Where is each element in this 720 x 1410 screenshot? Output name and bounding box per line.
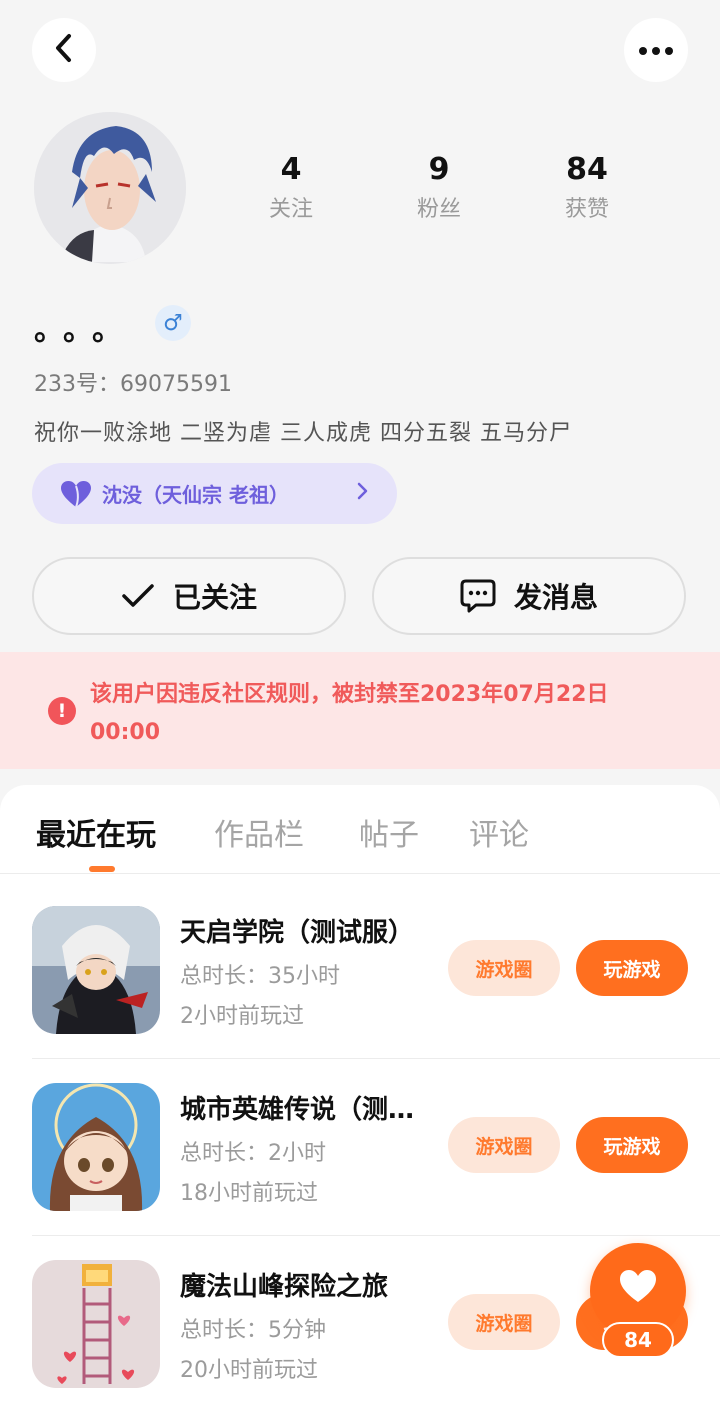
active-tab-indicator xyxy=(89,866,115,872)
play-game-button[interactable]: 玩游戏 xyxy=(576,1117,688,1173)
game-icon xyxy=(32,906,160,1034)
game-duration: 总时长：2小时 xyxy=(180,1141,326,1166)
game-duration: 总时长：35小时 xyxy=(180,964,340,989)
send-message-button[interactable]: 发消息 xyxy=(372,557,686,635)
likes-label: 获赞 xyxy=(564,197,609,222)
check-icon xyxy=(121,583,155,609)
alert-icon: ! xyxy=(48,697,76,725)
play-game-button[interactable]: 玩游戏 xyxy=(576,940,688,996)
tab-divider xyxy=(0,873,720,874)
game-title: 城市英雄传说（测试服） xyxy=(180,1095,440,1125)
game-icon xyxy=(32,1083,160,1211)
following-stat[interactable]: 4 关注 xyxy=(236,152,346,224)
game-circle-button[interactable]: 游戏圈 xyxy=(448,940,560,996)
game-circle-button[interactable]: 游戏圈 xyxy=(448,1294,560,1350)
heart-icon xyxy=(618,1268,658,1304)
tab-comments[interactable]: 评论 xyxy=(469,810,529,854)
back-arrow-icon xyxy=(53,33,75,67)
followers-count: 9 xyxy=(428,152,450,187)
followed-label: 已关注 xyxy=(172,581,257,614)
male-gender-icon: ♂ xyxy=(155,305,191,341)
likes-count: 84 xyxy=(566,152,608,187)
game-icon xyxy=(32,1260,160,1388)
game-last-played: 2小时前玩过 xyxy=(180,1004,304,1029)
heart-icon xyxy=(60,480,92,508)
game-title: 魔法山峰探险之旅 xyxy=(180,1272,389,1302)
game-last-played: 18小时前玩过 xyxy=(180,1181,318,1206)
profile-name: 。。。 xyxy=(34,313,136,348)
followers-label: 粉丝 xyxy=(416,197,461,222)
game-duration: 总时长：5分钟 xyxy=(180,1318,326,1343)
tab-recently-played[interactable]: 最近在玩 xyxy=(36,810,156,854)
user-id-label: 233号： xyxy=(34,372,120,397)
game-last-played: 20小时前玩过 xyxy=(180,1358,318,1383)
chevron-right-icon xyxy=(357,481,369,506)
followers-stat[interactable]: 9 粉丝 xyxy=(384,152,494,224)
tab-works[interactable]: 作品栏 xyxy=(214,810,304,854)
tab-posts[interactable]: 帖子 xyxy=(359,810,419,854)
ban-notice-text: 该用户因违反社区规则，被封禁至2023年07月22日 00:00 xyxy=(90,682,609,745)
game-title: 天启学院（测试服） xyxy=(180,918,415,948)
user-id-value: 69075591 xyxy=(120,372,232,397)
avatar[interactable] xyxy=(34,112,186,264)
likes-stat[interactable]: 84 获赞 xyxy=(532,152,642,224)
following-label: 关注 xyxy=(268,197,313,222)
more-button[interactable] xyxy=(624,18,688,82)
chat-bubble-icon xyxy=(460,579,496,613)
sect-pill[interactable]: 沈没（天仙宗 老祖） xyxy=(32,463,397,524)
send-message-label: 发消息 xyxy=(513,581,598,614)
profile-bio: 祝你一败涂地 二竖为虐 三人成虎 四分五裂 五马分尸 xyxy=(34,421,572,446)
back-button[interactable] xyxy=(32,18,96,82)
game-circle-button[interactable]: 游戏圈 xyxy=(448,1117,560,1173)
user-id: 233号：69075591 xyxy=(34,366,232,398)
sect-label: 沈没（天仙宗 老祖） xyxy=(102,483,289,507)
game-list-item[interactable]: 城市英雄传说（测试服） 总时长：2小时 18小时前玩过 游戏圈 玩游戏 xyxy=(32,1059,720,1211)
followed-button[interactable]: 已关注 xyxy=(32,557,346,635)
more-dots-icon xyxy=(638,41,674,60)
game-list-item[interactable]: 天启学院（测试服） 总时长：35小时 2小时前玩过 游戏圈 玩游戏 xyxy=(32,882,720,1034)
following-count: 4 xyxy=(280,152,302,187)
like-count-badge: 84 xyxy=(602,1322,674,1358)
